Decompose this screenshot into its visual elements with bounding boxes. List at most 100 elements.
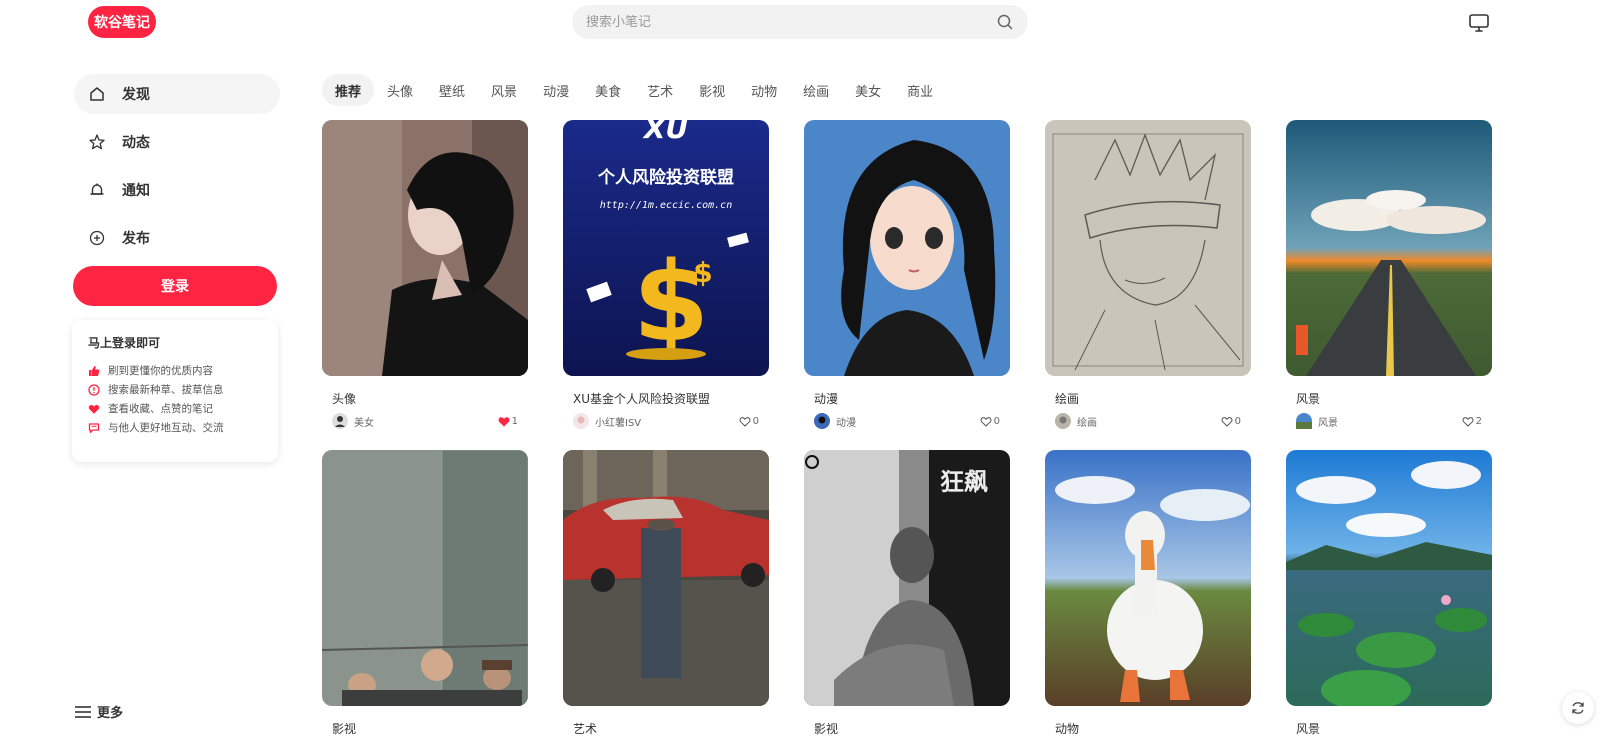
like-count: 0 [752, 415, 759, 427]
note-card[interactable]: 头像 美女 1 [322, 120, 528, 429]
promo-row: 查看收藏、点赞的笔记 [88, 399, 262, 418]
like-count: 0 [993, 415, 1000, 427]
promo-row: 搜索最新种草、拔草信息 [88, 380, 262, 399]
svg-text:$: $ [693, 256, 712, 289]
note-card[interactable]: 绘画 绘画 0 [1045, 120, 1251, 429]
like-button[interactable]: 0 [739, 416, 759, 427]
login-promo-card: 马上登录即可 刷到更懂你的优质内容 搜索最新种草、拔草信息 查看收藏、点赞的笔记… [72, 320, 278, 462]
note-card[interactable]: XU 个人风险投资联盟 http://1m.eccic.com.cn $ $ X… [563, 120, 769, 429]
heart-icon [88, 403, 100, 415]
sidebar-item-notifications[interactable]: 通知 [74, 170, 280, 210]
like-button[interactable]: 2 [1462, 416, 1482, 427]
heart-outline-icon [980, 416, 992, 427]
like-button[interactable]: 0 [980, 416, 1000, 427]
tab-animals[interactable]: 动物 [738, 74, 790, 106]
sidebar-item-label: 动态 [122, 135, 150, 151]
avatar[interactable] [573, 413, 589, 429]
heart-outline-icon [739, 416, 751, 427]
tab-business[interactable]: 商业 [894, 74, 946, 106]
sidebar-item-publish[interactable]: 发布 [74, 218, 280, 258]
author-name[interactable]: 风景 [1318, 414, 1462, 429]
tab-recommend[interactable]: 推荐 [322, 74, 375, 106]
highway-sunset-image[interactable] [1286, 120, 1492, 376]
author-name[interactable]: 动漫 [836, 414, 980, 429]
woman-portrait-image[interactable] [322, 120, 528, 376]
card-title[interactable]: 影视 [322, 720, 528, 736]
red-car-street-image[interactable] [563, 450, 769, 706]
card-title[interactable]: 头像 [322, 390, 528, 406]
card-title[interactable]: 绘画 [1045, 390, 1251, 406]
like-button[interactable]: 1 [498, 416, 518, 427]
note-card[interactable]: 风景 [1286, 450, 1492, 736]
prison-yard-image[interactable] [322, 450, 528, 706]
tab-painting[interactable]: 绘画 [790, 74, 842, 106]
star-icon [88, 133, 106, 151]
card-title[interactable]: 风景 [1286, 390, 1492, 406]
search-input[interactable] [586, 14, 996, 30]
card-title[interactable]: 动物 [1045, 720, 1251, 736]
avatar[interactable] [814, 413, 830, 429]
note-card[interactable]: 影视 [322, 450, 528, 736]
pencil-sketch-image[interactable] [1045, 120, 1251, 376]
white-duck-image[interactable] [1045, 450, 1251, 706]
card-title[interactable]: 影视 [804, 720, 1010, 736]
lotus-lake-image[interactable] [1286, 450, 1492, 706]
card-title[interactable]: XU基金个人风险投资联盟 [563, 390, 769, 406]
card-meta: 美女 1 [322, 413, 528, 429]
tab-scenery[interactable]: 风景 [478, 74, 530, 106]
author-name[interactable]: 绘画 [1077, 414, 1221, 429]
tab-wallpaper[interactable]: 壁纸 [426, 74, 478, 106]
card-title[interactable]: 风景 [1286, 720, 1492, 736]
bell-icon [88, 181, 106, 199]
login-button[interactable]: 登录 [73, 266, 277, 306]
bw-movie-poster-image[interactable]: 狂飙 [804, 450, 1010, 706]
category-tabs: 推荐 头像 壁纸 风景 动漫 美食 艺术 影视 动物 绘画 美女 商业 [322, 74, 946, 106]
note-card[interactable]: 动物 [1045, 450, 1251, 736]
tab-art[interactable]: 艺术 [634, 74, 686, 106]
refresh-button[interactable] [1562, 692, 1594, 724]
alert-circle-icon [88, 383, 100, 396]
note-card[interactable]: 狂飙 影视 [804, 450, 1010, 736]
author-name[interactable]: 小红薯ISV [595, 414, 739, 429]
avatar[interactable] [1055, 413, 1071, 429]
search-icon[interactable] [996, 13, 1014, 31]
sidebar-item-label: 通知 [122, 183, 150, 199]
poster-headline: 个人风险投资联盟 [597, 167, 734, 188]
logo[interactable]: 软谷笔记 [88, 6, 156, 38]
poster-brand: XU [642, 120, 689, 145]
search-bar[interactable] [572, 5, 1028, 39]
sidebar-item-label: 发布 [122, 231, 150, 247]
heart-outline-icon [1462, 416, 1474, 427]
like-count: 0 [1234, 415, 1241, 427]
heart-outline-icon [1221, 416, 1233, 427]
tab-anime[interactable]: 动漫 [530, 74, 582, 106]
finance-poster-image[interactable]: XU 个人风险投资联盟 http://1m.eccic.com.cn $ $ [563, 120, 769, 376]
avatar[interactable] [1296, 413, 1312, 429]
menu-icon [74, 704, 92, 720]
author-name[interactable]: 美女 [354, 414, 498, 429]
note-card[interactable]: 风景 风景 2 [1286, 120, 1492, 429]
sidebar-item-discover[interactable]: 发现 [74, 74, 280, 114]
sidebar-item-feed[interactable]: 动态 [74, 122, 280, 162]
like-button[interactable]: 0 [1221, 416, 1241, 427]
like-count: 2 [1475, 415, 1482, 427]
monitor-icon[interactable] [1468, 12, 1490, 34]
like-count: 1 [511, 415, 518, 427]
card-title[interactable]: 艺术 [563, 720, 769, 736]
anime-girl-image[interactable] [804, 120, 1010, 376]
card-title[interactable]: 动漫 [804, 390, 1010, 406]
tab-film[interactable]: 影视 [686, 74, 738, 106]
poster-url: http://1m.eccic.com.cn [600, 200, 732, 211]
refresh-icon [1572, 702, 1584, 714]
heart-filled-icon [498, 416, 510, 426]
card-meta: 动漫 0 [804, 413, 1010, 429]
tab-food[interactable]: 美食 [582, 74, 634, 106]
note-card[interactable]: 动漫 动漫 0 [804, 120, 1010, 429]
note-card[interactable]: 艺术 [563, 450, 769, 736]
tab-avatar[interactable]: 头像 [374, 74, 426, 106]
more-menu-button[interactable]: 更多 [74, 702, 123, 721]
sidebar-item-label: 发现 [122, 87, 150, 103]
tab-beauty[interactable]: 美女 [842, 74, 894, 106]
avatar[interactable] [332, 413, 348, 429]
promo-row: 刷到更懂你的优质内容 [88, 361, 262, 380]
